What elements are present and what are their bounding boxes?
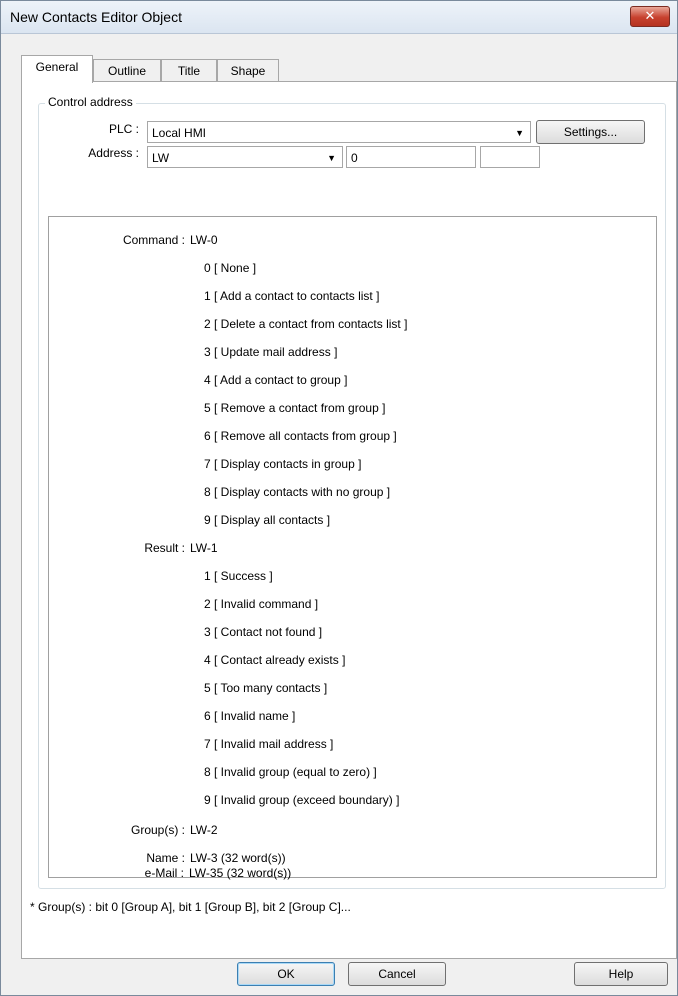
address-extra-input[interactable] [480, 146, 540, 168]
tab-shape[interactable]: Shape [217, 59, 279, 82]
result-option: 7 [ Invalid mail address ] [204, 737, 334, 751]
chevron-down-icon: ▼ [327, 153, 336, 163]
command-option: 3 [ Update mail address ] [204, 345, 338, 359]
command-option: 6 [ Remove all contacts from group ] [204, 429, 397, 443]
settings-button[interactable]: Settings... [536, 120, 645, 144]
dialog-title: New Contacts Editor Object [10, 9, 182, 25]
result-option: 4 [ Contact already exists ] [204, 653, 346, 667]
help-button[interactable]: Help [574, 962, 668, 986]
plc-value: Local HMI [152, 126, 207, 140]
cancel-button[interactable]: Cancel [348, 962, 446, 986]
command-option: 0 [ None ] [204, 261, 257, 275]
result-option: 5 [ Too many contacts ] [204, 681, 328, 695]
command-option: 1 [ Add a contact to contacts list ] [204, 289, 380, 303]
ok-button[interactable]: OK [237, 962, 335, 986]
command-value: LW-0 [190, 233, 218, 247]
name-key: Name : [146, 851, 185, 865]
close-button[interactable]: ✕ [630, 6, 670, 27]
command-option: 9 [ Display all contacts ] [204, 513, 331, 527]
group-bit-footnote: * Group(s) : bit 0 [Group A], bit 1 [Gro… [30, 900, 351, 914]
group-value: LW-2 [190, 823, 218, 837]
general-panel: Control address PLC : Local HMI ▼ Settin… [21, 81, 677, 959]
address-value-input[interactable]: 0 [346, 146, 476, 168]
command-option: 4 [ Add a contact to group ] [204, 373, 348, 387]
command-option: 7 [ Display contacts in group ] [204, 457, 362, 471]
address-info-box: Command : LW-0 0 [ None ] 1 [ Add a cont… [48, 216, 657, 878]
result-option: 6 [ Invalid name ] [204, 709, 296, 723]
name-value: LW-3 (32 word(s)) [190, 851, 286, 865]
title-bar: New Contacts Editor Object ✕ [1, 1, 677, 34]
email-value: LW-35 (32 word(s)) [189, 866, 292, 880]
command-key: Command : [122, 233, 185, 247]
result-option: 2 [ Invalid command ] [204, 597, 319, 611]
dialog-window: New Contacts Editor Object ✕ General Out… [0, 0, 678, 996]
result-option: 1 [ Success ] [204, 569, 273, 583]
command-option: 8 [ Display contacts with no group ] [204, 485, 391, 499]
control-address-group: Control address PLC : Local HMI ▼ Settin… [38, 95, 666, 889]
chevron-down-icon: ▼ [515, 128, 524, 138]
tab-title[interactable]: Title [161, 59, 217, 82]
command-option: 2 [ Delete a contact from contacts list … [204, 317, 408, 331]
address-label: Address : [88, 146, 139, 160]
tab-general[interactable]: General [21, 55, 93, 83]
result-option: 8 [ Invalid group (equal to zero) ] [204, 765, 377, 779]
result-option: 9 [ Invalid group (exceed boundary) ] [204, 793, 400, 807]
result-key: Result : [144, 541, 185, 555]
result-value: LW-1 [190, 541, 218, 555]
tab-outline[interactable]: Outline [93, 59, 161, 82]
plc-select[interactable]: Local HMI ▼ [147, 121, 531, 143]
plc-label: PLC : [108, 122, 139, 136]
address-type-value: LW [152, 151, 170, 165]
close-icon: ✕ [644, 8, 656, 23]
email-key: e-Mail : [144, 866, 184, 880]
group-key: Group(s) : [130, 823, 185, 837]
command-option: 5 [ Remove a contact from group ] [204, 401, 386, 415]
result-option: 3 [ Contact not found ] [204, 625, 323, 639]
address-type-select[interactable]: LW ▼ [147, 146, 343, 168]
control-address-legend: Control address [45, 95, 136, 109]
